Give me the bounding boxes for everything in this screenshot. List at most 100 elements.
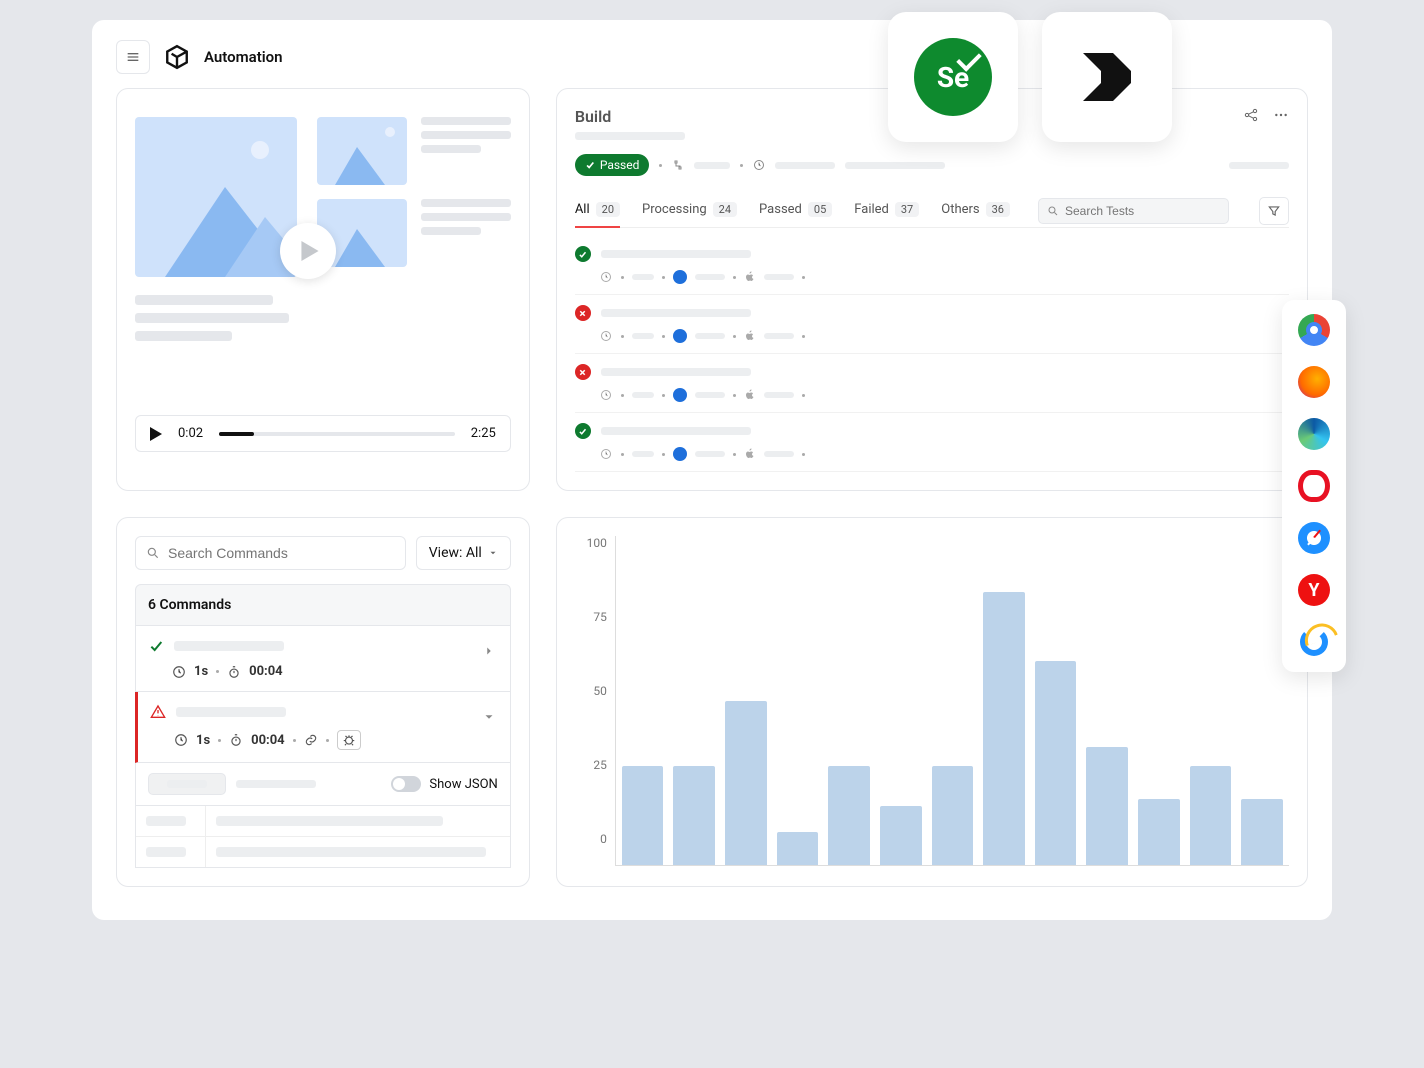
tab-all[interactable]: All20 xyxy=(575,194,620,227)
bar xyxy=(1086,747,1128,865)
json-toggle[interactable] xyxy=(391,776,421,792)
link-icon xyxy=(304,733,318,747)
fail-icon xyxy=(575,305,591,321)
edge-icon xyxy=(1298,418,1330,450)
clock-icon xyxy=(599,270,613,284)
bar xyxy=(983,592,1025,865)
safari-icon xyxy=(673,388,687,402)
bar xyxy=(777,832,819,865)
stopwatch-icon xyxy=(229,733,243,747)
test-row[interactable] xyxy=(575,236,1289,295)
apple-icon xyxy=(744,388,756,402)
safari-icon xyxy=(673,447,687,461)
bar xyxy=(880,806,922,865)
bar xyxy=(828,766,870,865)
command-item[interactable]: 1s 00:04 xyxy=(135,692,511,763)
chevron-right-icon[interactable] xyxy=(482,644,496,658)
play-icon xyxy=(150,427,162,441)
status-badge: Passed xyxy=(575,154,650,176)
view-dropdown[interactable]: View: All xyxy=(416,536,511,570)
search-icon xyxy=(1047,205,1059,217)
tab-processing[interactable]: Processing24 xyxy=(642,194,737,227)
filter-button[interactable] xyxy=(1259,197,1289,225)
skeleton xyxy=(575,132,685,140)
more-icon[interactable] xyxy=(1273,107,1289,123)
search-icon xyxy=(146,546,160,560)
skeleton xyxy=(236,780,316,788)
video-progress[interactable]: 0:02 2:25 xyxy=(135,415,511,452)
build-tabs: All20 Processing24 Passed05 Failed37 Oth… xyxy=(575,194,1289,228)
skeleton xyxy=(148,773,226,795)
bug-button[interactable] xyxy=(337,730,361,750)
apple-icon xyxy=(744,447,756,461)
tab-others[interactable]: Others36 xyxy=(941,194,1010,227)
tab-passed[interactable]: Passed05 xyxy=(759,194,832,227)
filter-icon xyxy=(1267,204,1281,218)
check-icon xyxy=(585,160,595,170)
fail-icon xyxy=(575,364,591,380)
app-logo xyxy=(164,44,190,70)
test-row[interactable] xyxy=(575,413,1289,472)
safari-icon xyxy=(673,329,687,343)
y-axis: 1007550250 xyxy=(575,536,615,866)
command-search[interactable] xyxy=(135,536,406,570)
ie-icon xyxy=(1298,626,1330,658)
hamburger-icon xyxy=(125,49,141,65)
chevron-down-icon xyxy=(488,548,498,558)
commands-heading: 6 Commands xyxy=(135,584,511,626)
chrome-icon xyxy=(1298,314,1330,346)
commands-card: View: All 6 Commands 1s 00:04 xyxy=(116,517,530,887)
app-window: Se Y Automation xyxy=(92,20,1332,920)
build-title: Build xyxy=(575,107,685,126)
bar xyxy=(1138,799,1180,865)
hierarchy-icon xyxy=(672,159,684,171)
browser-strip: Y xyxy=(1282,300,1346,672)
play-button[interactable] xyxy=(280,223,336,279)
json-toggle-label: Show JSON xyxy=(429,777,497,792)
share-icon[interactable] xyxy=(1243,107,1259,123)
pass-icon xyxy=(575,423,591,439)
json-toggle-row: Show JSON xyxy=(135,763,511,806)
clock-icon xyxy=(174,733,188,747)
command-details-table xyxy=(135,806,511,868)
play-icon xyxy=(301,241,319,261)
clock-icon xyxy=(599,447,613,461)
video-current-time: 0:02 xyxy=(178,426,203,441)
clock-icon xyxy=(172,665,186,679)
video-track[interactable] xyxy=(219,432,455,436)
tab-failed[interactable]: Failed37 xyxy=(854,194,919,227)
test-row[interactable] xyxy=(575,354,1289,413)
nightwatch-badge xyxy=(1042,12,1172,142)
build-card: Build Passed xyxy=(556,88,1308,491)
bar xyxy=(932,766,974,865)
firefox-icon xyxy=(1298,366,1330,398)
chevron-down-icon[interactable] xyxy=(482,710,496,724)
bar xyxy=(1035,661,1077,865)
menu-button[interactable] xyxy=(116,40,150,74)
stopwatch-icon xyxy=(227,665,241,679)
pass-icon xyxy=(575,246,591,262)
bug-icon xyxy=(342,733,356,747)
clock-icon xyxy=(599,388,613,402)
video-area xyxy=(135,107,511,407)
nightwatch-icon xyxy=(1071,41,1143,113)
test-search-input[interactable] xyxy=(1065,204,1220,218)
image-placeholder xyxy=(135,117,297,277)
page-title: Automation xyxy=(204,48,283,66)
command-item[interactable]: 1s 00:04 xyxy=(135,626,511,692)
chart-card: 1007550250 xyxy=(556,517,1308,887)
video-duration: 2:25 xyxy=(471,426,496,441)
yandex-icon: Y xyxy=(1298,574,1330,606)
bar xyxy=(673,766,715,865)
safari-icon xyxy=(673,270,687,284)
image-placeholder xyxy=(317,117,407,185)
clock-icon xyxy=(599,329,613,343)
warning-icon xyxy=(150,704,166,720)
apple-icon xyxy=(744,270,756,284)
test-row[interactable] xyxy=(575,295,1289,354)
video-preview-card: 0:02 2:25 xyxy=(116,88,530,491)
selenium-icon: Se xyxy=(914,38,992,116)
test-search[interactable] xyxy=(1038,198,1229,224)
selenium-badge: Se xyxy=(888,12,1018,142)
command-search-input[interactable] xyxy=(168,545,395,561)
